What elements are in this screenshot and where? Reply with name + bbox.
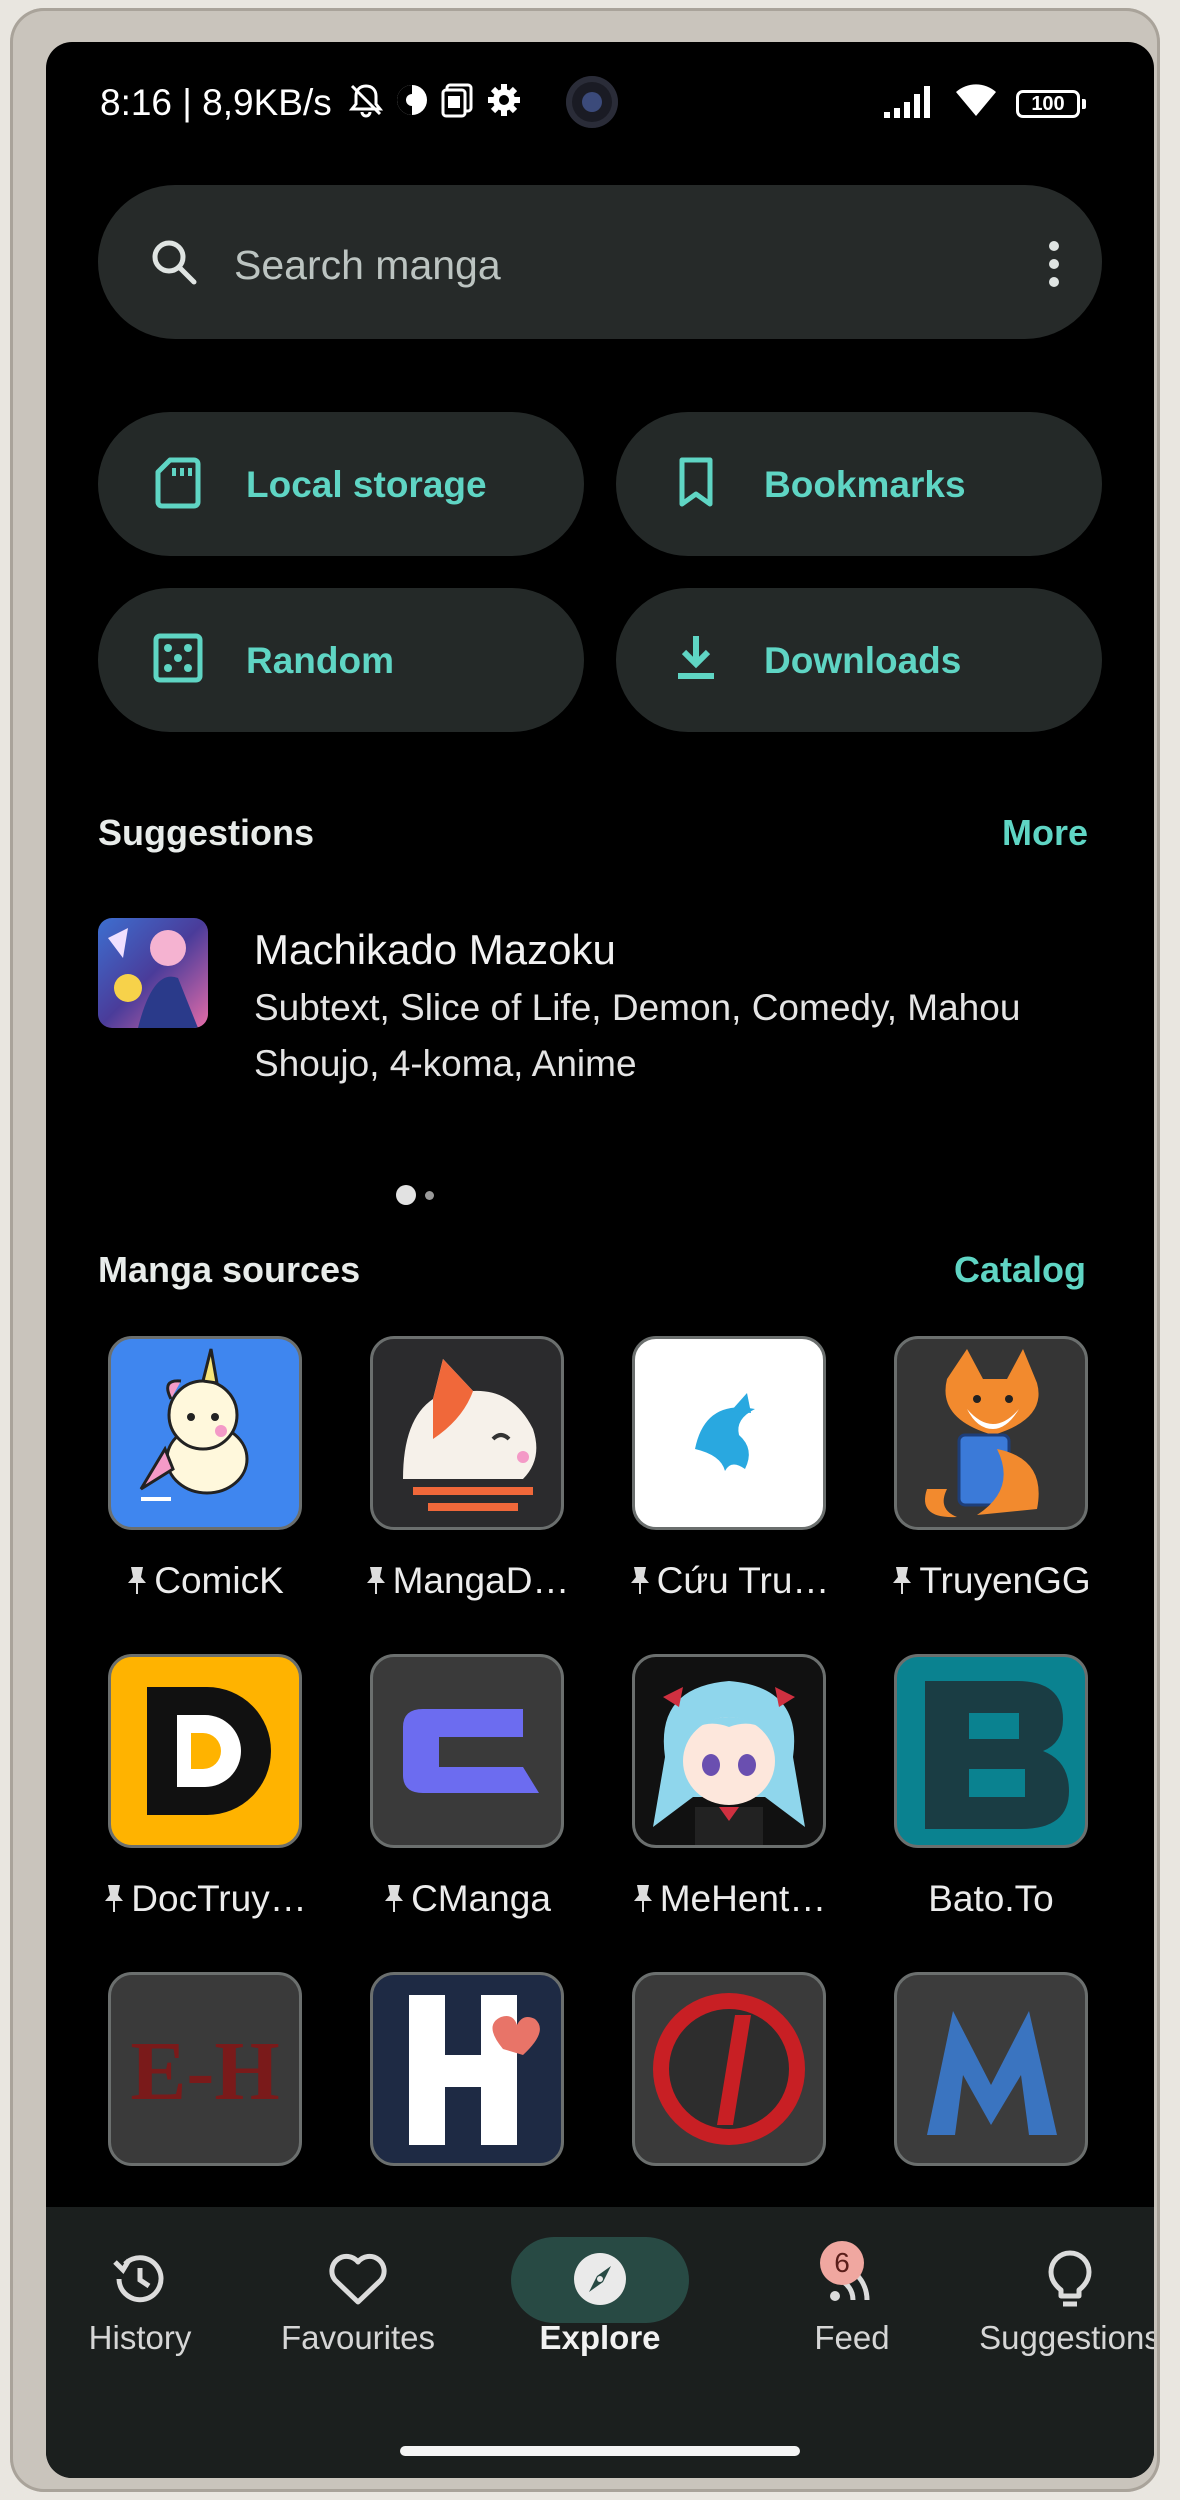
- search-icon[interactable]: [146, 234, 202, 290]
- source-tile-bato-to[interactable]: [894, 1654, 1088, 1848]
- history-icon: [113, 2255, 164, 2303]
- catalog-link[interactable]: Catalog: [954, 1249, 1086, 1291]
- source-tile-truyengg[interactable]: [894, 1336, 1088, 1530]
- mute-bell-icon: [348, 84, 384, 118]
- nav-history[interactable]: History: [46, 2244, 250, 2357]
- pin-icon: [893, 1567, 912, 1594]
- source-label: ComicK: [90, 1560, 320, 1602]
- source-label: Cứu Tru…: [614, 1560, 844, 1602]
- source-label: MeHent…: [614, 1878, 844, 1920]
- pin-icon: [366, 1567, 385, 1594]
- pin-icon: [633, 1885, 652, 1912]
- pin-icon: [105, 1885, 124, 1912]
- search-input[interactable]: Search manga: [234, 242, 501, 289]
- battery-indicator: 100: [1016, 90, 1086, 118]
- screen-cast-icon: [441, 83, 473, 118]
- nav-favourites[interactable]: Favourites: [248, 2244, 468, 2357]
- wifi-icon: [956, 84, 996, 116]
- feed-badge: 6: [820, 2241, 864, 2285]
- pager-dot: [425, 1191, 434, 1200]
- pin-icon: [630, 1567, 649, 1594]
- suggestion-title[interactable]: Machikado Mazoku: [254, 926, 616, 974]
- nav-label: Feed: [814, 2319, 890, 2356]
- source-tile-doctruyen[interactable]: [108, 1654, 302, 1848]
- signal-icon: [884, 86, 930, 118]
- front-camera: [566, 76, 618, 128]
- random-label: Random: [246, 640, 394, 681]
- suggestion-tags: Subtext, Slice of Life, Demon, Comedy, M…: [254, 987, 1021, 1084]
- nav-label: Favourites: [280, 2319, 436, 2356]
- screen: 8:16 | 8,9KB/s 100 Search manga Local st…: [46, 42, 1154, 2478]
- status-time: 8:16 | 8,9KB/s: [100, 82, 332, 123]
- more-link[interactable]: More: [1002, 812, 1088, 854]
- local-storage-label: Local storage: [246, 464, 487, 505]
- nav-label: History: [88, 2319, 192, 2356]
- settings-gear-icon: [488, 84, 520, 116]
- nav-label: Suggestions: [979, 2319, 1154, 2356]
- compass-icon: [574, 2253, 626, 2305]
- source-tile-mehentai[interactable]: [632, 1654, 826, 1848]
- pin-icon: [128, 1567, 147, 1594]
- dice-icon: [153, 633, 203, 683]
- source-tile[interactable]: [370, 1972, 564, 2166]
- source-label: DocTruy…: [90, 1878, 320, 1920]
- pin-icon: [385, 1885, 404, 1912]
- source-tile[interactable]: E-H: [108, 1972, 302, 2166]
- data-saver-icon: [397, 85, 427, 115]
- bookmark-icon: [679, 457, 713, 507]
- nav-label: Explore: [539, 2319, 661, 2356]
- nav-explore[interactable]: Explore: [490, 2244, 710, 2357]
- more-vert-icon[interactable]: [1042, 234, 1066, 294]
- sd-card-icon: [155, 457, 201, 509]
- pager-dot-active: [396, 1185, 416, 1205]
- nav-suggestions[interactable]: Suggestions: [960, 2244, 1154, 2357]
- source-tile-cuu-truyen[interactable]: [632, 1336, 826, 1530]
- suggestion-cover[interactable]: [98, 918, 208, 1028]
- svg-text:E-H: E-H: [130, 2025, 279, 2118]
- source-tile-comick[interactable]: [108, 1336, 302, 1530]
- download-icon: [678, 636, 714, 679]
- home-indicator[interactable]: [400, 2446, 800, 2456]
- bookmarks-label: Bookmarks: [764, 464, 966, 505]
- source-label: TruyenGG: [876, 1560, 1106, 1602]
- source-label: CManga: [352, 1878, 582, 1920]
- heart-icon: [329, 2253, 387, 2305]
- downloads-label: Downloads: [764, 640, 962, 681]
- phone-frame: 8:16 | 8,9KB/s 100 Search manga Local st…: [10, 8, 1160, 2492]
- source-label: Bato.To: [928, 1878, 1054, 1919]
- manga-sources-heading: Manga sources: [98, 1249, 361, 1290]
- source-tile[interactable]: [632, 1972, 826, 2166]
- source-tile-mangadex[interactable]: [370, 1336, 564, 1530]
- source-tile-cmanga[interactable]: [370, 1654, 564, 1848]
- source-tile[interactable]: [894, 1972, 1088, 2166]
- suggestions-heading: Suggestions: [98, 812, 315, 853]
- source-label: MangaD…: [352, 1560, 582, 1602]
- lightbulb-icon: [1048, 2250, 1092, 2307]
